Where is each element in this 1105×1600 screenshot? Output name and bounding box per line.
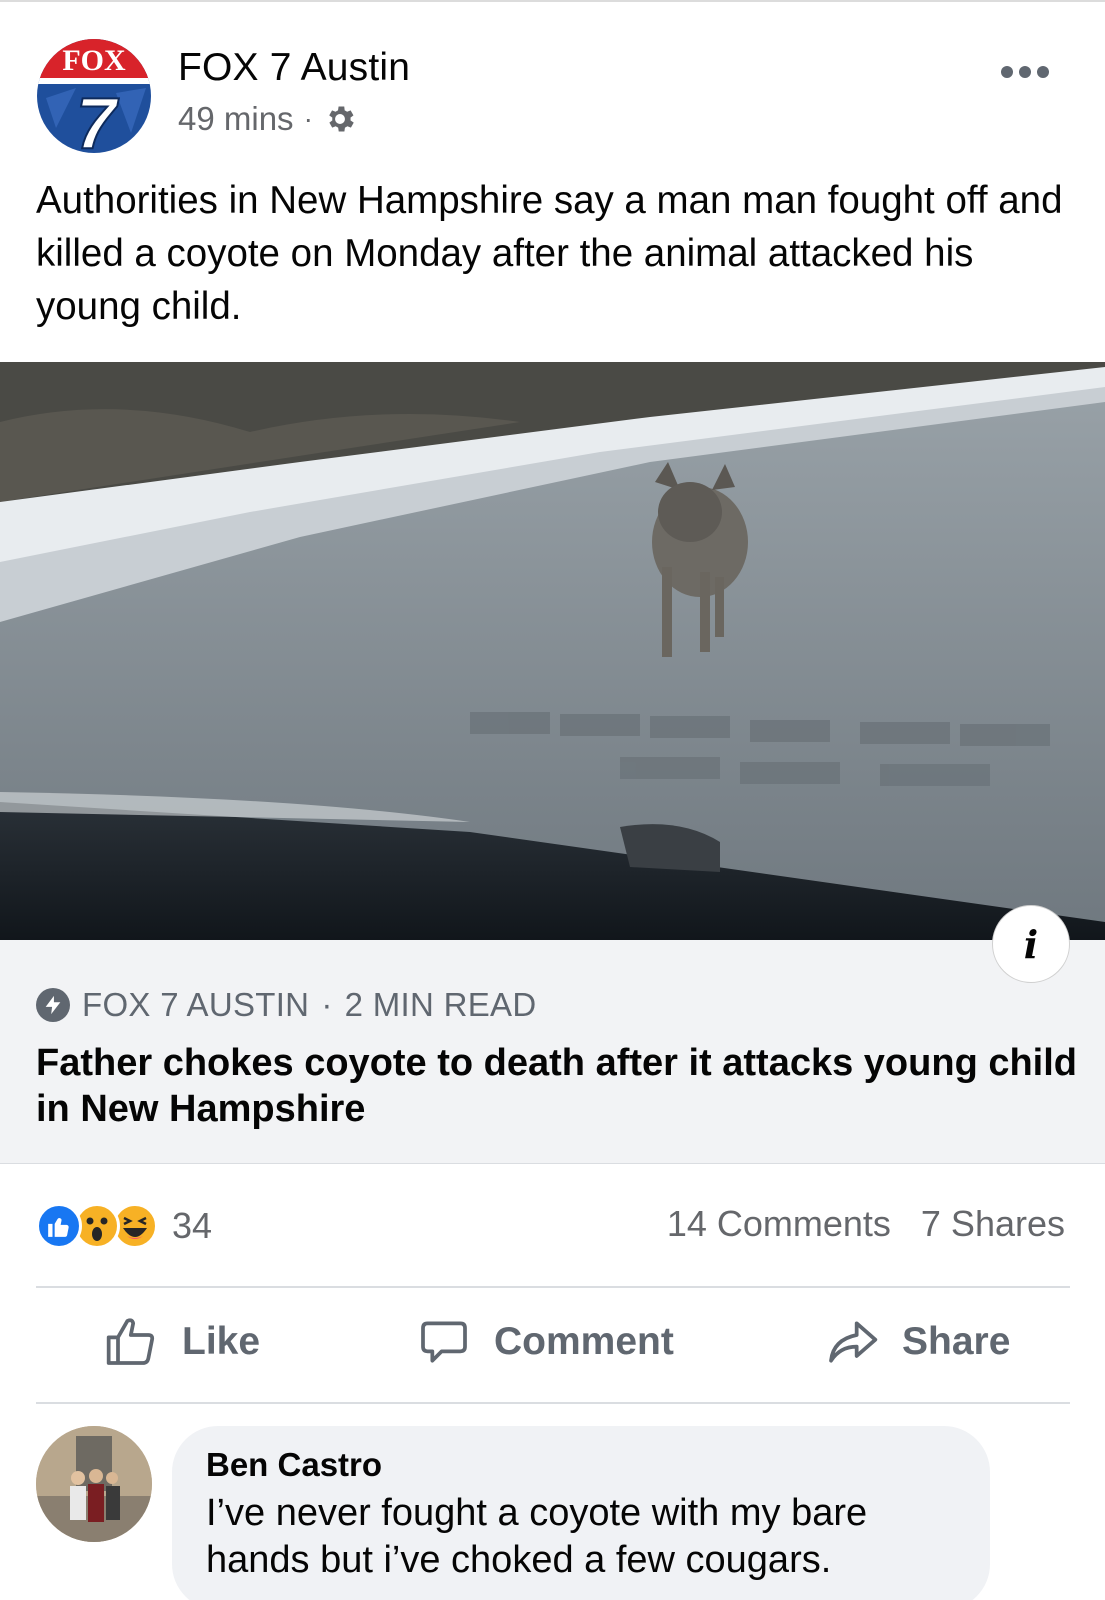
gear-icon [329, 106, 354, 132]
shares-count[interactable]: 7 Shares [921, 1203, 1065, 1245]
instant-article-bolt-icon [36, 988, 70, 1022]
post-image[interactable] [0, 362, 1105, 940]
link-source-row: FOX 7 AUSTIN · 2 MIN READ [36, 986, 537, 1024]
thumbs-up-icon [106, 1318, 155, 1365]
link-source: FOX 7 AUSTIN [82, 986, 310, 1023]
logo-number: 7 [76, 84, 119, 154]
meta-separator: · [303, 103, 313, 134]
read-time: 2 MIN READ [344, 986, 537, 1023]
post-header: FOX 7 FOX 7 Austin 49 mins · [0, 0, 1105, 170]
divider [36, 1402, 1070, 1404]
like-icon [36, 1203, 82, 1249]
like-label: Like [182, 1320, 261, 1363]
post-meta: 49 mins · [178, 100, 357, 138]
page-avatar[interactable]: FOX 7 [36, 38, 152, 154]
link-preview-card[interactable]: FOX 7 AUSTIN · 2 MIN READ Father chokes … [0, 940, 1105, 1164]
commenter-name[interactable]: Ben Castro [206, 1446, 956, 1484]
logo-fox-text: FOX [62, 44, 126, 77]
post-stats: 14 Comments 7 Shares [667, 1203, 1065, 1245]
coyote-photo [0, 362, 1105, 940]
share-label: Share [902, 1320, 1011, 1363]
link-headline[interactable]: Father chokes coyote to death after it a… [36, 1040, 1086, 1132]
comment-text: I’ve never fought a coyote with my bare … [206, 1492, 868, 1581]
reaction-count: 34 [172, 1205, 213, 1246]
dot [1037, 66, 1049, 78]
divider [36, 1286, 1070, 1288]
dot [1001, 66, 1013, 78]
comment-button[interactable]: Comment [416, 1314, 674, 1370]
post-text: Authorities in New Hampshire say a man m… [36, 179, 1063, 328]
dot [1019, 66, 1031, 78]
comments-count[interactable]: 14 Comments [667, 1203, 891, 1245]
page-name[interactable]: FOX 7 Austin [178, 46, 410, 90]
share-arrow-icon [829, 1321, 878, 1363]
commenter-photo [36, 1426, 152, 1542]
post-time[interactable]: 49 mins [178, 100, 294, 138]
comment-bubble: Ben Castro I’ve never fought a coyote wi… [172, 1426, 990, 1600]
like-button[interactable]: Like [104, 1314, 260, 1370]
info-button[interactable]: i [992, 905, 1070, 983]
fox7-logo: FOX 7 [37, 39, 151, 154]
commenter-avatar[interactable] [36, 1426, 152, 1542]
comment-label: Comment [494, 1320, 674, 1363]
share-button[interactable]: Share [824, 1314, 1010, 1370]
link-separator: · [321, 986, 333, 1023]
more-options-button[interactable] [995, 60, 1055, 84]
speech-bubble-icon [421, 1321, 467, 1363]
reactions-summary[interactable]: 34 [36, 1203, 212, 1249]
